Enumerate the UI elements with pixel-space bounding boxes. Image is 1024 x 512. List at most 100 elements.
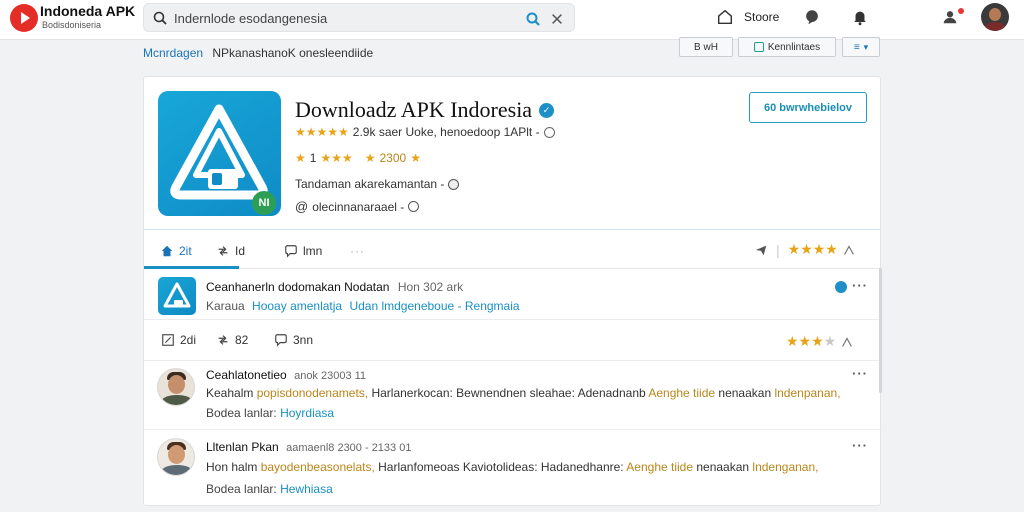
star-icon: ★ — [364, 151, 376, 165]
store-link[interactable]: Stoore — [744, 10, 779, 24]
download-button[interactable]: 60 bwrwhebielov — [749, 92, 867, 123]
bookmark-icon[interactable] — [840, 335, 854, 349]
post-title-text: Ceanhanerln dodomakan Nodatan — [206, 280, 390, 294]
brand-logo-icon[interactable] — [10, 4, 38, 32]
user-avatar[interactable] — [981, 3, 1009, 31]
post-title-meta: Hon 302 ark — [397, 280, 464, 294]
post-actions: 2di 82 3nn ★★★★ — [144, 321, 881, 361]
at-icon: @ — [295, 199, 309, 214]
comment-text: Harlanfomeoas Kaviotolideas: Hadanedhanr… — [374, 460, 627, 474]
comment-avatar[interactable] — [157, 438, 195, 476]
post-rating-stars: ★★★★ — [786, 333, 837, 349]
search-bar[interactable] — [143, 3, 575, 32]
reply-link[interactable]: Hewhiasa — [280, 482, 333, 496]
breadcrumb-home-link[interactable]: Mcnrdagen — [143, 46, 203, 60]
comment-timestamp: aamaenl8 2300 - 2133 01 — [286, 442, 412, 454]
comment-text: Harlanerkocan: Bewnendnen sleahae: Adena… — [368, 386, 649, 400]
home-tab-icon — [161, 245, 173, 257]
tab-repost[interactable]: Id — [216, 241, 245, 261]
edit-count: 2di — [180, 333, 197, 347]
post-tag-2[interactable]: Udan lmdgeneboue - Rengmaia — [349, 299, 519, 313]
chevron-down-icon: ▾ — [863, 41, 869, 52]
tab-rating-stars: ★★★★ — [787, 241, 838, 257]
clock-icon — [408, 201, 420, 212]
top-bar: Indoneda APK Bodisdoniseria Stoore — [0, 0, 1024, 40]
comment-author-name[interactable]: Lltenlan Pkan — [206, 440, 279, 454]
reply-label: Bodea lanlar: — [206, 406, 277, 420]
comment-highlight: lndenganan, — [752, 460, 819, 474]
share-button[interactable]: B wH — [679, 37, 733, 57]
post-more-icon[interactable]: ··· — [852, 278, 868, 293]
edit-action[interactable]: 2di — [161, 333, 196, 347]
comment-text: nenaakan — [715, 386, 775, 400]
rating-right-value: 2300 — [379, 151, 407, 165]
breadcrumb: Mcnrdagen NPkanashanoK onesleendiide — [143, 46, 373, 60]
recommend-button[interactable]: Kennlintaes — [738, 37, 836, 57]
comment-highlight: lndenpanan, — [774, 386, 841, 400]
separator-bar: | — [776, 241, 780, 258]
chat-icon[interactable] — [802, 7, 822, 27]
comment-body: Keahalm popisdonodenamets, Harlanerkocan… — [206, 386, 841, 400]
comment-author: Ceahlatonetieo anok 23003 11 — [206, 368, 366, 382]
rating-stars: ★★★★★ — [295, 125, 349, 139]
info-line-text: olecinnanaraael - — [312, 199, 405, 214]
bookmark-icon[interactable] — [842, 243, 856, 257]
comment-action[interactable]: 3nn — [274, 333, 313, 347]
tab-right-tools: | ★★★★ — [754, 241, 856, 258]
bell-icon[interactable] — [850, 7, 870, 27]
comment-more-icon[interactable]: ··· — [852, 438, 868, 453]
notification-dot — [958, 8, 964, 14]
brand-title[interactable]: Indoneda APK — [40, 3, 135, 19]
comment-reply: Bodea lanlar: Hoyrdiasa — [206, 406, 334, 420]
rating-left-stars: ★★★ — [320, 151, 353, 165]
repost-action[interactable]: 82 — [216, 333, 248, 347]
app-rating-line: ★★★★★ 2.9k saer Uoke, henoedoop 1APlt - — [295, 125, 555, 139]
comment-avatar[interactable] — [157, 368, 195, 406]
share-button-label: B wH — [694, 41, 718, 53]
tab-home-label: 2it — [179, 244, 192, 258]
user-icon[interactable] — [940, 7, 960, 27]
info-icon — [448, 178, 460, 190]
reply-link[interactable]: Hoyrdiasa — [280, 406, 334, 420]
filter-icon: ≡ — [853, 41, 860, 53]
divider — [144, 229, 881, 230]
dots-icon: ··· — [350, 244, 365, 258]
search-submit-icon[interactable] — [524, 10, 542, 28]
post-item[interactable]: Ceanhanerln dodomakan Nodatan Hon 302 ar… — [144, 270, 881, 320]
comment-icon — [275, 334, 287, 347]
comment-text: nenaakan — [693, 460, 753, 474]
post-app-icon — [158, 277, 196, 315]
comment-reply: Bodea lanlar: Hewhiasa — [206, 482, 333, 496]
repost-icon — [218, 246, 228, 256]
comment-author-name[interactable]: Ceahlatonetieo — [206, 368, 287, 382]
tab-more[interactable]: ··· — [350, 241, 365, 261]
app-title: Downloadz APK Indoresia — [295, 97, 533, 122]
clear-search-icon[interactable] — [548, 10, 566, 28]
breadcrumb-current: NPkanashanoK onesleendiide — [212, 46, 374, 60]
app-rating-summary: ★ 1 ★★★ ★ 2300 ★ — [295, 151, 421, 165]
tab-comments-label: lmn — [303, 244, 323, 258]
developer-line: Tandaman akarekamantan - — [295, 177, 460, 191]
recommend-icon — [753, 42, 764, 52]
comment-more-icon[interactable]: ··· — [852, 366, 868, 381]
scrollbar[interactable] — [879, 268, 882, 393]
home-icon[interactable] — [715, 7, 735, 27]
app-detail-card: NI Downloadz APK Indoresia ✓ ★★★★★ 2.9k … — [143, 76, 881, 506]
repost-count: 82 — [235, 333, 249, 347]
send-icon[interactable] — [754, 243, 768, 257]
tab-comments[interactable]: lmn — [284, 241, 322, 261]
comment-highlight: popisdonodenamets, — [256, 386, 369, 400]
post-subtitle: Karaua Hooay amenlatja Udan lmdgeneboue … — [206, 299, 520, 313]
divider — [144, 429, 881, 430]
more-options-button[interactable]: ≡ ▾ — [842, 37, 880, 57]
brand-subtitle: Bodisdoniseria — [42, 20, 102, 30]
repost-icon — [218, 335, 228, 345]
verified-check-icon: ✓ — [539, 103, 554, 118]
post-tag-1[interactable]: Hooay amenlatja — [252, 299, 342, 313]
info-line: @ olecinnanaraael - — [295, 199, 420, 214]
reply-label: Bodea lanlar: — [206, 482, 277, 496]
tab-home[interactable]: 2it — [160, 241, 192, 261]
search-input[interactable] — [174, 8, 504, 28]
developer-text: Tandaman akarekamantan - — [295, 177, 445, 191]
comment-icon — [285, 245, 297, 258]
